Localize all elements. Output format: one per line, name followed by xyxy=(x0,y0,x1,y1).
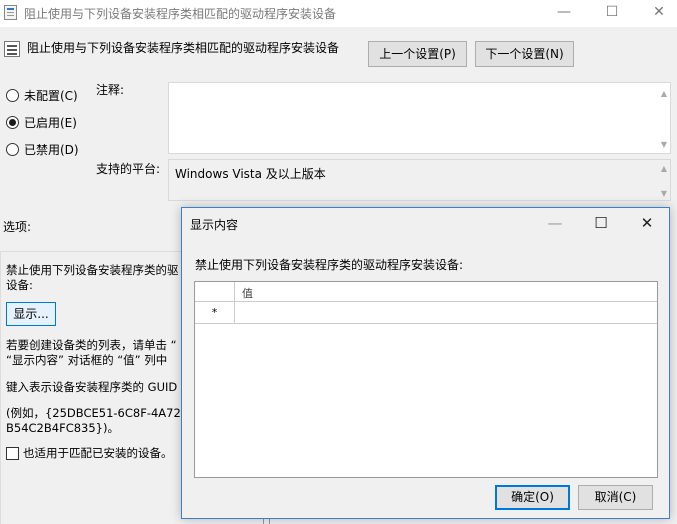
window-title: 阻止使用与下列设备安装程序类相匹配的驱动程序安装设备 xyxy=(24,7,337,21)
cancel-button[interactable]: 取消(C) xyxy=(578,485,653,510)
options-text-line1: 禁止使用下列设备安装程序类的驱 xyxy=(6,263,179,277)
new-row-marker: * xyxy=(195,302,235,323)
radio-circle-disabled[interactable] xyxy=(6,142,19,156)
setting-icon xyxy=(4,41,20,57)
scroll-down-icon[interactable]: ▼ xyxy=(661,140,667,149)
radio-circle-enabled[interactable] xyxy=(6,115,19,129)
platform-scroll-up-icon[interactable]: ▲ xyxy=(661,164,667,173)
radio-disabled[interactable]: 已禁用(D) xyxy=(6,140,79,158)
minimize-icon[interactable]: — xyxy=(541,0,587,27)
ok-button[interactable]: 确定(O) xyxy=(495,485,570,510)
radio-enabled[interactable]: 已启用(E) xyxy=(6,113,77,131)
radio-circle-not-configured[interactable] xyxy=(6,88,19,102)
dialog-close-icon[interactable]: ✕ xyxy=(625,208,669,239)
options-text-line2: 设备: xyxy=(6,278,33,292)
column-header-value[interactable]: 值 xyxy=(242,285,253,301)
dialog-label: 禁止使用下列设备安装程序类的驱动程序安装设备: xyxy=(195,258,464,272)
options-help-line1: 若要创建设备类的列表，请单击 “ xyxy=(6,338,177,352)
platform-box: Windows Vista 及以上版本 ▲ ▼ xyxy=(168,159,671,201)
platform-label: 支持的平台: xyxy=(96,162,161,176)
show-button[interactable]: 显示... xyxy=(6,302,56,326)
options-label: 选项: xyxy=(3,220,32,234)
setting-title: 阻止使用与下列设备安装程序类相匹配的驱动程序安装设备 xyxy=(27,41,340,55)
platform-value: Windows Vista 及以上版本 xyxy=(175,167,326,181)
values-grid[interactable]: 值 * xyxy=(194,281,658,478)
options-help-line4: (例如，{25DBCE51-6C8F-4A72- xyxy=(6,406,185,420)
radio-label-disabled: 已禁用(D) xyxy=(24,142,79,157)
show-contents-dialog: 显示内容 — ☐ ✕ 禁止使用下列设备安装程序类的驱动程序安装设备: 值 * 确… xyxy=(181,207,670,519)
window-titlebar: 阻止使用与下列设备安装程序类相匹配的驱动程序安装设备 — ☐ ✕ xyxy=(0,0,677,27)
close-icon[interactable]: ✕ xyxy=(636,0,677,27)
grid-header: 值 xyxy=(195,282,657,302)
scroll-up-icon[interactable]: ▲ xyxy=(661,89,667,98)
maximize-icon[interactable]: ☐ xyxy=(589,0,635,27)
also-apply-label: 也适用于匹配已安装的设备。 xyxy=(23,446,173,460)
previous-setting-button[interactable]: 上一个设置(P) xyxy=(368,41,467,67)
radio-label-not-configured: 未配置(C) xyxy=(24,88,78,103)
dialog-maximize-icon[interactable]: ☐ xyxy=(579,208,623,239)
next-setting-button[interactable]: 下一个设置(N) xyxy=(475,41,574,67)
also-apply-checkbox[interactable] xyxy=(6,447,19,460)
options-help-line3: 键入表示设备安装程序类的 GUID xyxy=(6,380,178,394)
radio-label-enabled: 已启用(E) xyxy=(24,115,77,130)
options-help-line2: “显示内容” 对话框的 “值” 列中 xyxy=(6,353,168,367)
radio-not-configured[interactable]: 未配置(C) xyxy=(6,86,78,104)
grid-new-row[interactable]: * xyxy=(195,302,657,324)
options-help-line5: B54C2B4FC835})。 xyxy=(6,421,119,435)
grid-header-selector xyxy=(195,282,235,302)
dialog-title: 显示内容 xyxy=(190,218,239,232)
platform-scroll-down-icon[interactable]: ▼ xyxy=(661,189,667,198)
policy-setting-icon xyxy=(4,5,17,20)
comment-label: 注释: xyxy=(96,83,125,97)
comment-textarea[interactable]: ▲ ▼ xyxy=(168,82,671,154)
dialog-minimize-icon[interactable]: — xyxy=(533,208,577,239)
